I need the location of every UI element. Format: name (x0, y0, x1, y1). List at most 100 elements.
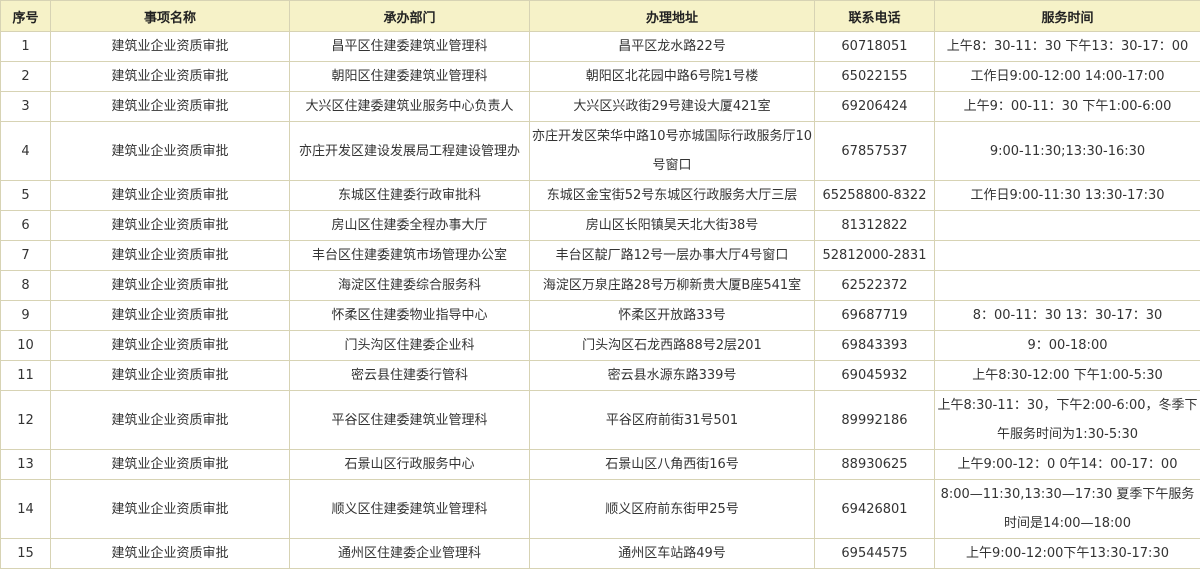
cell-department: 丰台区住建委建筑市场管理办公室 (289, 240, 530, 271)
cell-index: 3 (0, 91, 51, 122)
cell-item-name: 建筑业企业资质审批 (50, 31, 290, 62)
cell-department: 海淀区住建委综合服务科 (289, 270, 530, 301)
cell-index: 2 (0, 61, 51, 92)
table-row: 6 建筑业企业资质审批 房山区住建委全程办事大厅 房山区长阳镇昊天北大街38号 8131… (0, 210, 1200, 241)
cell-hours-text: 上午8:30-11：30，下午2:00-6:00，冬季下午服务时间为1:30-5… (937, 398, 1198, 442)
cell-phone: 69426801 (814, 479, 935, 539)
cell-index: 7 (0, 240, 51, 271)
cell-department: 密云县住建委行管科 (289, 360, 530, 391)
cell-phone: 69544575 (814, 538, 935, 569)
cell-hours: 9：00-18:00 (934, 330, 1200, 361)
cell-phone: 81312822 (814, 210, 935, 241)
cell-address: 顺义区府前东街甲25号 (529, 479, 815, 539)
cell-hours: 工作日9:00-11:30 13:30-17:30 (934, 180, 1200, 211)
header-department: 承办部门 (289, 0, 530, 32)
table-row: 13 建筑业企业资质审批 石景山区行政服务中心 石景山区八角西街16号 88930625… (0, 449, 1200, 480)
cell-hours: 工作日9:00-12:00 14:00-17:00 (934, 61, 1200, 92)
table-row: 15 建筑业企业资质审批 通州区住建委企业管理科 通州区车站路49号 69544575 上… (0, 538, 1200, 569)
cell-department: 朝阳区住建委建筑业管理科 (289, 61, 530, 92)
table-row: 5 建筑业企业资质审批 东城区住建委行政审批科 东城区金宝街52号东城区行政服务大厅三… (0, 180, 1200, 211)
cell-item-name: 建筑业企业资质审批 (50, 330, 290, 361)
table-row: 2 建筑业企业资质审批 朝阳区住建委建筑业管理科 朝阳区北花园中路6号院1号楼 6502… (0, 61, 1200, 92)
cell-index: 11 (0, 360, 51, 391)
table-row: 10 建筑业企业资质审批 门头沟区住建委企业科 门头沟区石龙西路88号2层201 698… (0, 330, 1200, 361)
table-row: 7 建筑业企业资质审批 丰台区住建委建筑市场管理办公室 丰台区靛厂路12号一层办事大厅… (0, 240, 1200, 271)
cell-address-text: 顺义区府前东街甲25号 (605, 501, 739, 517)
cell-phone: 62522372 (814, 270, 935, 301)
cell-phone: 69843393 (814, 330, 935, 361)
table-body: 1 建筑业企业资质审批 昌平区住建委建筑业管理科 昌平区龙水路22号 60718051 上… (0, 31, 1200, 569)
cell-address: 通州区车站路49号 (529, 538, 815, 569)
cell-index: 14 (0, 479, 51, 539)
cell-item-name: 建筑业企业资质审批 (50, 121, 290, 181)
cell-item-name: 建筑业企业资质审批 (50, 91, 290, 122)
cell-address: 怀柔区开放路33号 (529, 300, 815, 331)
cell-address: 丰台区靛厂路12号一层办事大厅4号窗口 (529, 240, 815, 271)
cell-phone: 89992186 (814, 390, 935, 450)
table-row: 1 建筑业企业资质审批 昌平区住建委建筑业管理科 昌平区龙水路22号 60718051 上… (0, 31, 1200, 62)
header-address: 办理地址 (529, 0, 815, 32)
cell-hours: 上午9：00-11：30 下午1:00-6:00 (934, 91, 1200, 122)
cell-phone: 65258800-8322 (814, 180, 935, 211)
cell-phone: 65022155 (814, 61, 935, 92)
cell-address: 昌平区龙水路22号 (529, 31, 815, 62)
cell-phone: 88930625 (814, 449, 935, 480)
cell-phone: 60718051 (814, 31, 935, 62)
cell-hours: 上午9:00-12：0 0午14：00-17：00 (934, 449, 1200, 480)
cell-department: 顺义区住建委建筑业管理科 (289, 479, 530, 539)
cell-hours-text: 9:00-11:30;13:30-16:30 (989, 143, 1146, 159)
cell-item-name: 建筑业企业资质审批 (50, 270, 290, 301)
cell-index: 9 (0, 300, 51, 331)
cell-item-name: 建筑业企业资质审批 (50, 61, 290, 92)
cell-item-name: 建筑业企业资质审批 (50, 449, 290, 480)
cell-index: 8 (0, 270, 51, 301)
cell-hours (934, 240, 1200, 271)
header-hours: 服务时间 (934, 0, 1200, 32)
cell-department: 通州区住建委企业管理科 (289, 538, 530, 569)
table-row: 9 建筑业企业资质审批 怀柔区住建委物业指导中心 怀柔区开放路33号 69687719 8… (0, 300, 1200, 331)
cell-phone: 67857537 (814, 121, 935, 181)
cell-department: 平谷区住建委建筑业管理科 (289, 390, 530, 450)
table-row: 14 建筑业企业资质审批 顺义区住建委建筑业管理科 顺义区府前东街甲25号 694268… (0, 479, 1200, 539)
table-header-row: 序号 事项名称 承办部门 办理地址 联系电话 服务时间 (0, 0, 1200, 32)
cell-hours: 9:00-11:30;13:30-16:30 (934, 121, 1200, 181)
cell-phone: 52812000-2831 (814, 240, 935, 271)
cell-phone: 69045932 (814, 360, 935, 391)
cell-department: 东城区住建委行政审批科 (289, 180, 530, 211)
cell-hours: 上午9:00-12:00下午13:30-17:30 (934, 538, 1200, 569)
cell-hours-text: 8:00—11:30,13:30—17:30 夏季下午服务时间是14:00—18… (940, 487, 1195, 531)
cell-address: 平谷区府前街31号501 (529, 390, 815, 450)
cell-address: 门头沟区石龙西路88号2层201 (529, 330, 815, 361)
cell-phone: 69687719 (814, 300, 935, 331)
cell-item-name: 建筑业企业资质审批 (50, 390, 290, 450)
table-row: 4 建筑业企业资质审批 亦庄开发区建设发展局工程建设管理办 亦庄开发区荣华中路10号亦… (0, 121, 1200, 181)
cell-address: 东城区金宝街52号东城区行政服务大厅三层 (529, 180, 815, 211)
cell-address: 海淀区万泉庄路28号万柳新贵大厦B座541室 (529, 270, 815, 301)
cell-address-text: 亦庄开发区荣华中路10号亦城国际行政服务厅10号窗口 (531, 129, 813, 173)
cell-address: 亦庄开发区荣华中路10号亦城国际行政服务厅10号窗口 (529, 121, 815, 181)
cell-index: 4 (0, 121, 51, 181)
cell-index: 6 (0, 210, 51, 241)
cell-item-name: 建筑业企业资质审批 (50, 210, 290, 241)
cell-department: 房山区住建委全程办事大厅 (289, 210, 530, 241)
table-row: 3 建筑业企业资质审批 大兴区住建委建筑业服务中心负责人 大兴区兴政街29号建设大厦4… (0, 91, 1200, 122)
cell-department: 亦庄开发区建设发展局工程建设管理办 (289, 121, 530, 181)
cell-index: 12 (0, 390, 51, 450)
cell-index: 1 (0, 31, 51, 62)
cell-hours: 上午8:30-11：30，下午2:00-6:00，冬季下午服务时间为1:30-5… (934, 390, 1200, 450)
cell-item-name: 建筑业企业资质审批 (50, 479, 290, 539)
cell-address: 密云县水源东路339号 (529, 360, 815, 391)
header-phone: 联系电话 (814, 0, 935, 32)
table-row: 8 建筑业企业资质审批 海淀区住建委综合服务科 海淀区万泉庄路28号万柳新贵大厦B座5… (0, 270, 1200, 301)
header-item-name: 事项名称 (50, 0, 290, 32)
cell-department: 怀柔区住建委物业指导中心 (289, 300, 530, 331)
cell-department: 门头沟区住建委企业科 (289, 330, 530, 361)
cell-address-text: 平谷区府前街31号501 (605, 412, 739, 428)
cell-address: 大兴区兴政街29号建设大厦421室 (529, 91, 815, 122)
cell-department: 大兴区住建委建筑业服务中心负责人 (289, 91, 530, 122)
cell-item-name: 建筑业企业资质审批 (50, 240, 290, 271)
cell-item-name: 建筑业企业资质审批 (50, 538, 290, 569)
cell-index: 5 (0, 180, 51, 211)
cell-hours: 8：00-11：30 13：30-17：30 (934, 300, 1200, 331)
table-row: 11 建筑业企业资质审批 密云县住建委行管科 密云县水源东路339号 69045932 上… (0, 360, 1200, 391)
